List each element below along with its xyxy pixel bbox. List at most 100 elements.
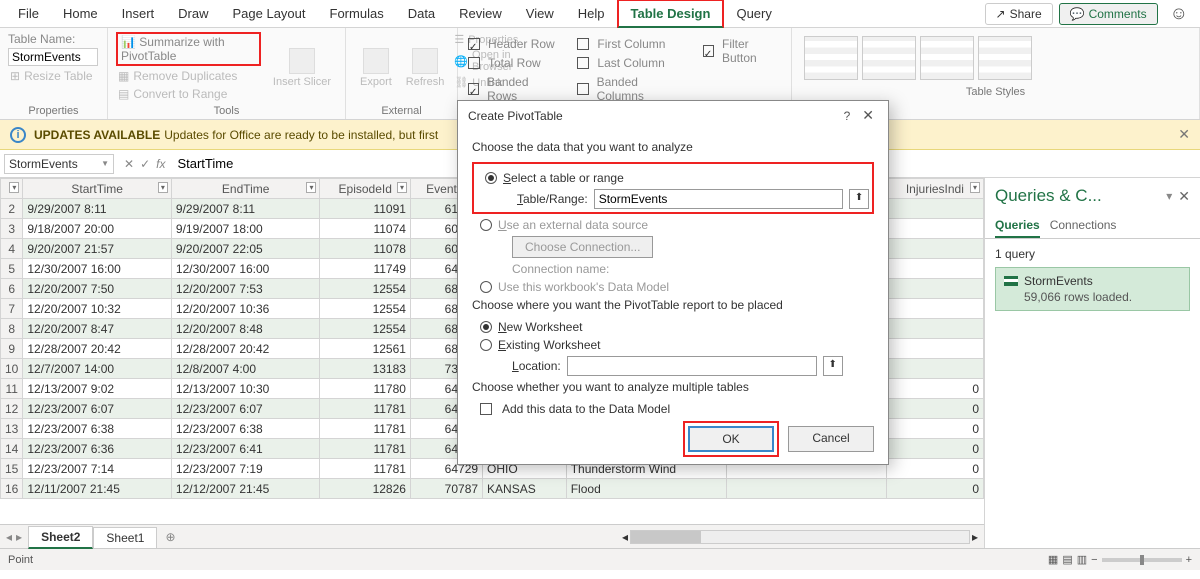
cell[interactable]: 12/23/2007 7:14 (23, 459, 172, 479)
pane-close-button[interactable]: ✕ (1178, 188, 1190, 205)
cell[interactable]: 9/29/2007 8:11 (23, 199, 172, 219)
row-number[interactable]: 16 (1, 479, 23, 499)
table-style-thumb[interactable] (862, 36, 916, 80)
insert-slicer-button[interactable]: Insert Slicer (267, 32, 337, 103)
column-header[interactable]: EndTime (171, 179, 320, 199)
cell[interactable]: 11781 (320, 459, 410, 479)
cell[interactable]: 12/8/2007 4:00 (171, 359, 320, 379)
export-button[interactable]: Export (354, 32, 398, 103)
row-number[interactable]: 10 (1, 359, 23, 379)
cell[interactable]: 12/30/2007 16:00 (23, 259, 172, 279)
queries-tab[interactable]: Queries (995, 214, 1040, 238)
cell[interactable]: 11781 (320, 439, 410, 459)
first-col-check[interactable]: First Column (575, 36, 682, 52)
cell[interactable]: 12/28/2007 20:42 (171, 339, 320, 359)
name-box[interactable]: StormEvents ▼ (4, 154, 114, 174)
cell[interactable]: 0 (886, 419, 983, 439)
sheet-nav-last-icon[interactable]: ▸ (16, 530, 22, 544)
zoom-in-button[interactable]: + (1186, 554, 1192, 566)
cell[interactable]: 12/23/2007 6:38 (171, 419, 320, 439)
sheet-tab-sheet1[interactable]: Sheet1 (93, 527, 157, 548)
resize-table-button[interactable]: ⊞ Resize Table (8, 68, 99, 84)
select-range-radio[interactable]: Select a table or range (485, 171, 869, 185)
cell[interactable]: 12/23/2007 6:41 (171, 439, 320, 459)
tab-file[interactable]: File (6, 1, 51, 26)
hscroll-left-icon[interactable]: ◂ (622, 530, 628, 544)
zoom-out-button[interactable]: − (1091, 554, 1097, 566)
filter-button-check[interactable]: Filter Button (701, 36, 783, 66)
cell[interactable]: 9/29/2007 8:11 (171, 199, 320, 219)
hscroll-right-icon[interactable]: ▸ (972, 530, 978, 544)
cell[interactable]: 12/11/2007 21:45 (23, 479, 172, 499)
remove-duplicates-button[interactable]: ▦ Remove Duplicates (116, 68, 261, 84)
cell[interactable] (886, 279, 983, 299)
cell[interactable] (886, 299, 983, 319)
column-header[interactable]: InjuriesIndi (886, 179, 983, 199)
cell[interactable]: 12/23/2007 7:19 (171, 459, 320, 479)
column-header[interactable]: EpisodeId (320, 179, 410, 199)
dialog-help-button[interactable]: ? (836, 109, 859, 123)
cell[interactable]: 12/20/2007 7:50 (23, 279, 172, 299)
feedback-icon[interactable]: ☺ (1164, 3, 1194, 24)
cell[interactable]: 70787 (410, 479, 482, 499)
range-picker-button[interactable]: ⬆ (849, 189, 869, 209)
row-number[interactable]: 12 (1, 399, 23, 419)
cell[interactable] (886, 319, 983, 339)
cell[interactable]: 12/20/2007 8:48 (171, 319, 320, 339)
cell[interactable]: 12/13/2007 10:30 (171, 379, 320, 399)
cell[interactable] (726, 479, 886, 499)
cell[interactable]: 9/20/2007 22:05 (171, 239, 320, 259)
cell[interactable]: 12/23/2007 6:36 (23, 439, 172, 459)
cancel-formula-icon[interactable]: ✕ (124, 157, 134, 171)
cell[interactable]: 11781 (320, 399, 410, 419)
cell[interactable]: 12554 (320, 319, 410, 339)
tab-draw[interactable]: Draw (166, 1, 220, 26)
row-number[interactable]: 8 (1, 319, 23, 339)
tab-home[interactable]: Home (51, 1, 110, 26)
hscroll-thumb[interactable] (631, 531, 701, 543)
pane-menu-icon[interactable]: ▾ (1160, 189, 1178, 203)
cell[interactable]: 11781 (320, 419, 410, 439)
share-button[interactable]: ↗ Share (985, 3, 1053, 25)
ok-button[interactable]: OK (688, 426, 774, 452)
refresh-button[interactable]: Refresh (400, 32, 451, 103)
column-header[interactable]: StartTime (23, 179, 172, 199)
header-row-check[interactable]: Header Row (466, 36, 557, 52)
cell[interactable]: 0 (886, 459, 983, 479)
cell[interactable]: 12/20/2007 10:32 (23, 299, 172, 319)
table-range-input[interactable] (594, 189, 843, 209)
cell[interactable]: 12/23/2007 6:07 (23, 399, 172, 419)
select-all-corner[interactable] (1, 179, 23, 199)
view-page-icon[interactable]: ▤ (1062, 553, 1072, 566)
cell[interactable]: 12/20/2007 8:47 (23, 319, 172, 339)
connections-tab[interactable]: Connections (1050, 214, 1117, 238)
cell[interactable]: 12/23/2007 6:07 (171, 399, 320, 419)
comments-button[interactable]: 💬 Comments (1059, 3, 1158, 25)
cell[interactable]: 12/23/2007 6:38 (23, 419, 172, 439)
table-row[interactable]: 1612/11/2007 21:4512/12/2007 21:45128267… (1, 479, 984, 499)
row-number[interactable]: 13 (1, 419, 23, 439)
summarize-pivottable-button[interactable]: 📊 Summarize with PivotTable (116, 32, 261, 66)
tab-page-layout[interactable]: Page Layout (221, 1, 318, 26)
row-number[interactable]: 11 (1, 379, 23, 399)
cell[interactable]: 12/13/2007 9:02 (23, 379, 172, 399)
last-col-check[interactable]: Last Column (575, 55, 682, 71)
cell[interactable]: 12/7/2007 14:00 (23, 359, 172, 379)
location-input[interactable] (567, 356, 817, 376)
row-number[interactable]: 15 (1, 459, 23, 479)
accept-formula-icon[interactable]: ✓ (140, 157, 150, 171)
location-picker-button[interactable]: ⬆ (823, 356, 843, 376)
cell[interactable] (886, 239, 983, 259)
tab-help[interactable]: Help (566, 1, 617, 26)
cell[interactable]: 11078 (320, 239, 410, 259)
cell[interactable] (886, 219, 983, 239)
cell[interactable]: 11780 (320, 379, 410, 399)
hscroll-track[interactable] (630, 530, 970, 544)
row-number[interactable]: 14 (1, 439, 23, 459)
cell[interactable]: 12/30/2007 16:00 (171, 259, 320, 279)
cell[interactable] (886, 359, 983, 379)
add-sheet-button[interactable]: ⊕ (157, 527, 183, 547)
add-to-model-check[interactable]: Add this data to the Data Model (480, 402, 874, 416)
table-style-thumb[interactable] (920, 36, 974, 80)
row-number[interactable]: 6 (1, 279, 23, 299)
